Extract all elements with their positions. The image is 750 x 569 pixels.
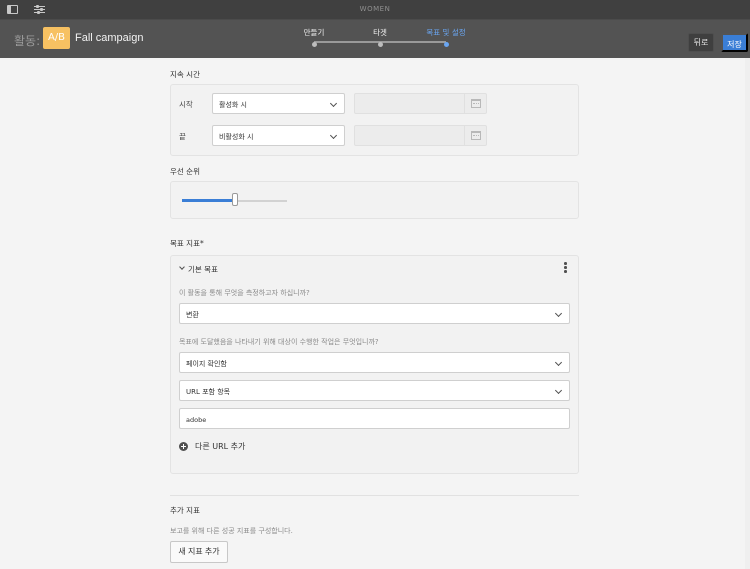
additional-metrics-helper: 보고를 위해 다른 성공 지표를 구성합니다. <box>170 527 293 535</box>
url-condition-value: URL 포함 항목 <box>186 388 231 396</box>
scrollbar[interactable] <box>745 58 750 569</box>
url-value-input[interactable]: adobe <box>179 408 570 429</box>
step-label: 만들기 <box>303 28 325 37</box>
url-value-text: adobe <box>186 416 207 424</box>
duration-title: 지속 시간 <box>170 70 200 79</box>
add-url-label: 다른 URL 추가 <box>195 442 246 451</box>
start-dropdown-value: 활성화 시 <box>219 101 247 109</box>
step-dot <box>377 42 383 47</box>
chevron-down-icon <box>554 309 563 318</box>
workflow-steps: 만들기 타겟 목표 및 설정 <box>296 27 476 47</box>
action-dropdown-value: 페이지 확인함 <box>186 360 227 368</box>
step-dot <box>443 42 449 47</box>
calendar-button[interactable] <box>464 126 486 145</box>
url-condition-dropdown[interactable]: URL 포함 항목 <box>179 380 570 401</box>
calendar-icon <box>471 99 481 108</box>
start-label: 시작 <box>179 100 193 109</box>
additional-metrics-title: 추가 지표 <box>170 506 200 515</box>
add-circle-icon <box>179 442 188 451</box>
section-divider <box>170 495 579 496</box>
end-dropdown[interactable]: 비활성화 시 <box>212 125 345 146</box>
workspace-title: WOMEN <box>359 5 391 13</box>
step-label: 타겟 <box>373 28 387 37</box>
step-label: 목표 및 설정 <box>426 28 466 37</box>
chevron-down-icon <box>329 99 338 108</box>
priority-slider-fill <box>182 199 235 202</box>
goal-metric-title: 목표 지표* <box>170 239 204 248</box>
end-label: 끝 <box>179 132 186 141</box>
priority-slider-thumb[interactable] <box>231 193 238 206</box>
calendar-icon <box>471 131 481 140</box>
more-options-icon[interactable] <box>564 262 567 274</box>
chevron-down-icon <box>554 386 563 395</box>
chevron-down-icon <box>554 358 563 367</box>
chevron-down-icon <box>329 131 338 140</box>
step-target[interactable]: 타겟 <box>355 27 405 47</box>
priority-title: 우선 순위 <box>170 167 200 176</box>
top-bar: WOMEN <box>0 0 750 20</box>
step-goals-settings[interactable]: 목표 및 설정 <box>421 27 471 47</box>
step-dot <box>311 42 317 47</box>
activity-label: 활동: <box>14 34 41 48</box>
metric-dropdown[interactable]: 변환 <box>179 303 570 324</box>
ab-test-badge: A/B <box>43 27 70 49</box>
activity-header: 활동: A/B Fall campaign 만들기 타겟 목표 및 설정 뒤로 … <box>0 20 750 58</box>
start-date-field[interactable] <box>354 93 487 114</box>
end-date-field[interactable] <box>354 125 487 146</box>
action-question: 목표에 도달했음을 나타내기 위해 대상이 수행한 작업은 무엇입니까? <box>179 338 379 346</box>
add-metric-button[interactable]: 새 지표 추가 <box>170 541 228 563</box>
action-dropdown[interactable]: 페이지 확인함 <box>179 352 570 373</box>
step-create[interactable]: 만들기 <box>289 27 339 47</box>
measure-question: 이 활동을 통해 무엇을 측정하고자 하십니까? <box>179 289 310 297</box>
campaign-name[interactable]: Fall campaign <box>75 32 143 44</box>
metric-dropdown-value: 변환 <box>186 311 199 319</box>
back-button[interactable]: 뒤로 <box>688 33 714 52</box>
calendar-button[interactable] <box>464 94 486 113</box>
save-button[interactable]: 저장 <box>721 33 748 52</box>
start-dropdown[interactable]: 활성화 시 <box>212 93 345 114</box>
end-dropdown-value: 비활성화 시 <box>219 133 254 141</box>
primary-goal-heading[interactable]: 기본 목표 <box>188 264 218 275</box>
